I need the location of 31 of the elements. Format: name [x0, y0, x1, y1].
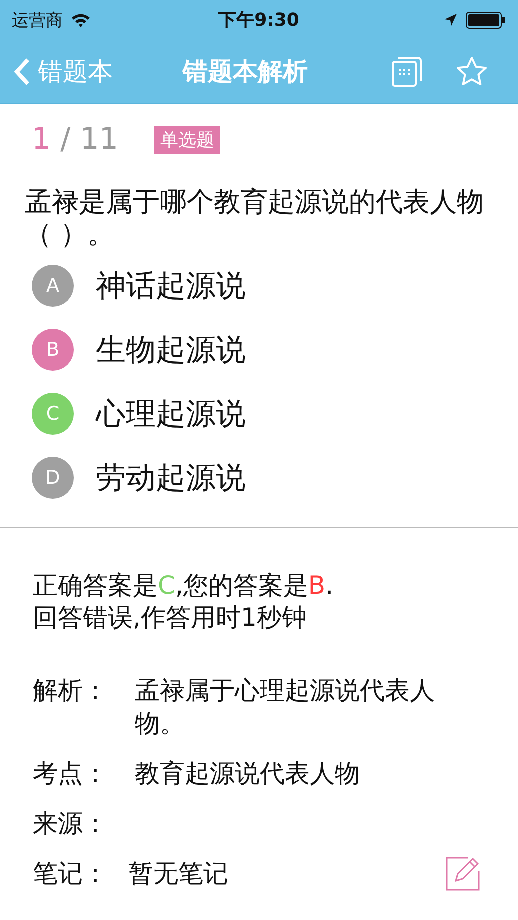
battery-icon: [466, 12, 506, 28]
detail-value: 孟禄属于心理起源说代表人物。: [135, 675, 436, 740]
detail-label: 笔记：: [33, 858, 109, 890]
detail-label: 来源：: [33, 808, 109, 840]
detail-value: 暂无笔记: [128, 858, 230, 890]
answer-time-text: 回答错误,作答用时1秒钟: [33, 602, 308, 634]
question-text: 孟禄是属于哪个教育起源说的代表人物（ ）。: [25, 187, 485, 251]
location-arrow-icon: [444, 13, 458, 27]
option-letter: A: [32, 265, 74, 307]
detail-label: 考点：: [33, 758, 109, 790]
answer-result-text: 正确答案是C,您的答案是B.: [33, 570, 335, 602]
back-chevron-icon: [14, 58, 30, 86]
detail-label: 解析：: [33, 675, 109, 707]
option-text: 神话起源说: [96, 268, 246, 306]
card-list-button[interactable]: [392, 56, 422, 86]
back-button[interactable]: 错题本: [14, 55, 113, 88]
detail-value: 教育起源说代表人物: [135, 758, 361, 790]
wifi-icon: [71, 12, 91, 28]
option-text: 劳动起源说: [96, 460, 246, 498]
option-letter: C: [32, 393, 74, 435]
status-time: 下午9:30: [218, 9, 300, 32]
question-counter: 1 / 11: [32, 122, 118, 157]
page-title: 错题本解析: [181, 56, 309, 88]
question-type-tag: 单选题: [154, 126, 220, 154]
edit-note-button[interactable]: [446, 857, 480, 891]
option-text: 心理起源说: [96, 396, 246, 434]
option-text: 生物起源说: [96, 332, 246, 370]
option-letter: B: [32, 329, 74, 371]
carrier-name: 运营商: [12, 10, 63, 32]
star-button[interactable]: [456, 56, 488, 87]
option-letter: D: [32, 457, 74, 499]
